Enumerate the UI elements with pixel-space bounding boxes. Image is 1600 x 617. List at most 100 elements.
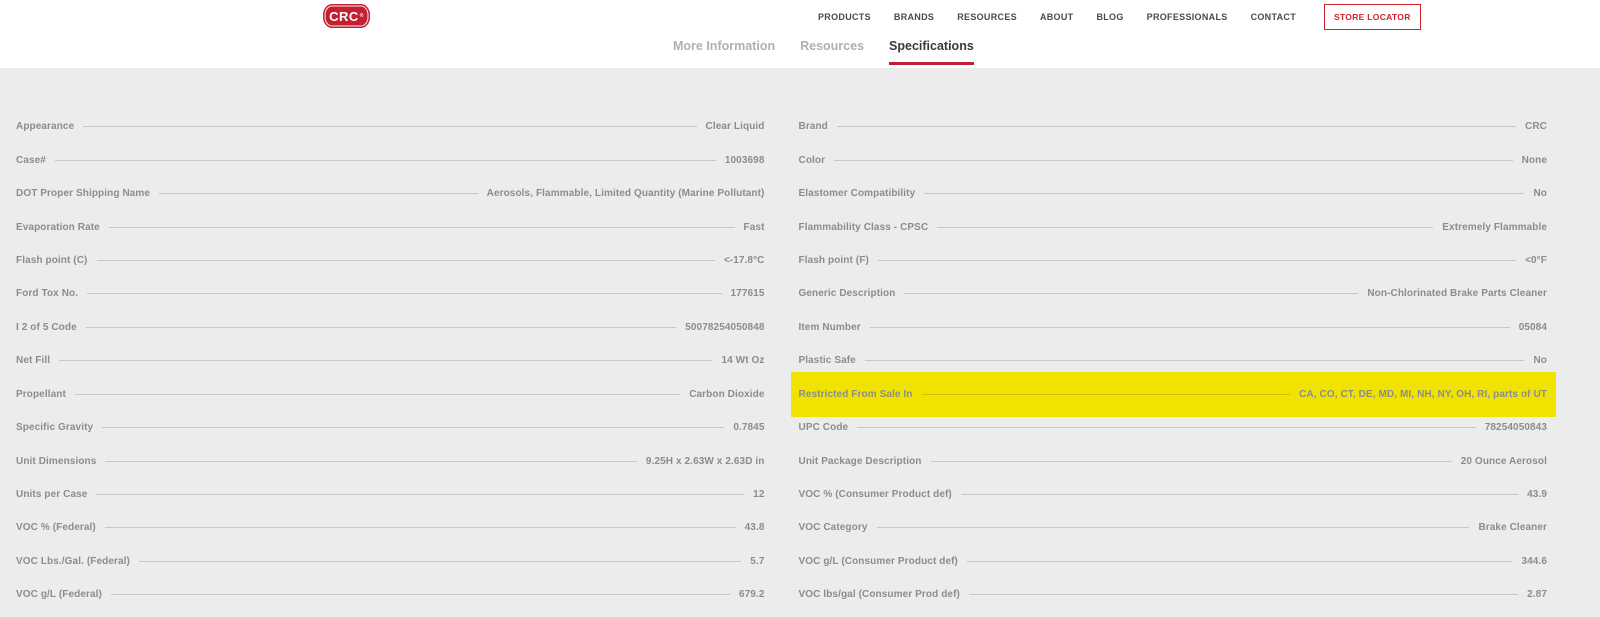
spec-value: 78254050843 (1485, 422, 1547, 433)
leader-line (59, 360, 712, 361)
spec-row-i2of5-code: I 2 of 5 Code 50078254050848 (16, 311, 765, 344)
spec-label: DOT Proper Shipping Name (16, 188, 150, 199)
spec-value: 05084 (1519, 322, 1547, 333)
spec-label: Color (799, 155, 826, 166)
spec-value: 679.2 (739, 589, 765, 600)
leader-line (967, 561, 1512, 562)
nav-item-products[interactable]: PRODUCTS (818, 12, 871, 22)
leader-line (139, 561, 741, 562)
leader-line (109, 227, 735, 228)
spec-label: Item Number (799, 322, 861, 333)
spec-label: I 2 of 5 Code (16, 322, 77, 333)
spec-row-voc-category: VOC Category Brake Cleaner (799, 511, 1548, 544)
spec-row-generic-description: Generic Description Non-Chlorinated Brak… (799, 277, 1548, 310)
spec-row-flammability-class-cpsc: Flammability Class - CPSC Extremely Flam… (799, 210, 1548, 243)
leader-line (922, 394, 1291, 395)
spec-label: Elastomer Compatibility (799, 188, 916, 199)
leader-line (105, 527, 736, 528)
spec-row-flash-point-c: Flash point (C) <-17.8°C (16, 244, 765, 277)
leader-line (865, 360, 1525, 361)
leader-line (878, 260, 1516, 261)
leader-line (97, 260, 715, 261)
spec-label: Net Fill (16, 355, 50, 366)
spec-label: VOC % (Federal) (16, 522, 96, 533)
spec-value: No (1533, 188, 1547, 199)
spec-label: Ford Tox No. (16, 288, 78, 299)
spec-row-dot-shipping-name: DOT Proper Shipping Name Aerosols, Flamm… (16, 177, 765, 210)
spec-value: 344.6 (1521, 556, 1547, 567)
leader-line (877, 527, 1470, 528)
spec-label: Appearance (16, 121, 74, 132)
spec-row-propellant: Propellant Carbon Dioxide (16, 378, 765, 411)
spec-value: No (1533, 355, 1547, 366)
leader-line (159, 193, 478, 194)
product-detail-tabs: More Information Resources Specification… (673, 39, 974, 68)
spec-value: 0.7845 (733, 422, 764, 433)
store-locator-button[interactable]: STORE LOCATOR (1324, 4, 1421, 30)
nav-item-blog[interactable]: BLOG (1096, 12, 1123, 22)
leader-line (931, 461, 1452, 462)
site-header: CRC® PRODUCTS BRANDS RESOURCES ABOUT BLO… (0, 0, 1600, 68)
tab-resources[interactable]: Resources (800, 39, 864, 62)
leader-line (87, 293, 721, 294)
spec-row-voc-lbs-gal-consumer: VOC lbs/gal (Consumer Prod def) 2.87 (799, 578, 1548, 611)
spec-label: Flash point (C) (16, 255, 88, 266)
leader-line (924, 193, 1524, 194)
spec-label: Propellant (16, 389, 66, 400)
spec-label: Units per Case (16, 489, 87, 500)
spec-row-ford-tox-no: Ford Tox No. 177615 (16, 277, 765, 310)
spec-value: Fast (744, 222, 765, 233)
nav-item-professionals[interactable]: PROFESSIONALS (1147, 12, 1228, 22)
spec-value: 50078254050848 (685, 322, 764, 333)
main-navigation: PRODUCTS BRANDS RESOURCES ABOUT BLOG PRO… (818, 0, 1421, 33)
spec-value: Brake Cleaner (1478, 522, 1547, 533)
spec-label: Generic Description (799, 288, 896, 299)
spec-value: Extremely Flammable (1442, 222, 1547, 233)
spec-row-elastomer-compatibility: Elastomer Compatibility No (799, 177, 1548, 210)
spec-value: 43.9 (1527, 489, 1547, 500)
spec-label: Restricted From Sale In (799, 389, 913, 400)
nav-item-resources[interactable]: RESOURCES (957, 12, 1017, 22)
spec-label: Flammability Class - CPSC (799, 222, 929, 233)
spec-row-unit-dimensions: Unit Dimensions 9.25H x 2.63W x 2.63D in (16, 444, 765, 477)
spec-label: VOC lbs/gal (Consumer Prod def) (799, 589, 960, 600)
leader-line (837, 126, 1516, 127)
nav-item-about[interactable]: ABOUT (1040, 12, 1074, 22)
spec-row-specific-gravity: Specific Gravity 0.7845 (16, 411, 765, 444)
spec-row-upc-code: UPC Code 78254050843 (799, 411, 1548, 444)
spec-label: UPC Code (799, 422, 849, 433)
spec-value: Non-Chlorinated Brake Parts Cleaner (1367, 288, 1547, 299)
leader-line (86, 327, 676, 328)
spec-value: Aerosols, Flammable, Limited Quantity (M… (487, 188, 765, 199)
spec-row-net-fill: Net Fill 14 Wt Oz (16, 344, 765, 377)
spec-row-evaporation-rate: Evaporation Rate Fast (16, 210, 765, 243)
spec-value: 2.87 (1527, 589, 1547, 600)
nav-item-brands[interactable]: BRANDS (894, 12, 934, 22)
leader-line (83, 126, 696, 127)
leader-line (105, 461, 637, 462)
spec-row-unit-package-description: Unit Package Description 20 Ounce Aeroso… (799, 444, 1548, 477)
spec-value: 14 Wt Oz (721, 355, 764, 366)
spec-label: Specific Gravity (16, 422, 93, 433)
leader-line (870, 327, 1510, 328)
leader-line (937, 227, 1433, 228)
crc-logo[interactable]: CRC® (323, 4, 370, 28)
leader-line (834, 160, 1512, 161)
leader-line (904, 293, 1358, 294)
nav-item-contact[interactable]: CONTACT (1251, 12, 1296, 22)
spec-value: 5.7 (750, 556, 764, 567)
leader-line (961, 494, 1518, 495)
spec-row-item-number: Item Number 05084 (799, 311, 1548, 344)
leader-line (102, 427, 724, 428)
spec-row-case-number: Case# 1003698 (16, 143, 765, 176)
tab-specifications[interactable]: Specifications (889, 39, 974, 65)
spec-label: Unit Dimensions (16, 456, 96, 467)
spec-value: 9.25H x 2.63W x 2.63D in (646, 456, 765, 467)
spec-label: VOC Lbs./Gal. (Federal) (16, 556, 130, 567)
specifications-panel: Appearance Clear Liquid Case# 1003698 DO… (0, 68, 1600, 617)
spec-value: <-17.8°C (724, 255, 765, 266)
spec-value: CA, CO, CT, DE, MD, MI, NH, NY, OH, RI, … (1299, 389, 1547, 400)
tab-more-information[interactable]: More Information (673, 39, 775, 62)
leader-line (857, 427, 1476, 428)
spec-value: <0°F (1525, 255, 1547, 266)
